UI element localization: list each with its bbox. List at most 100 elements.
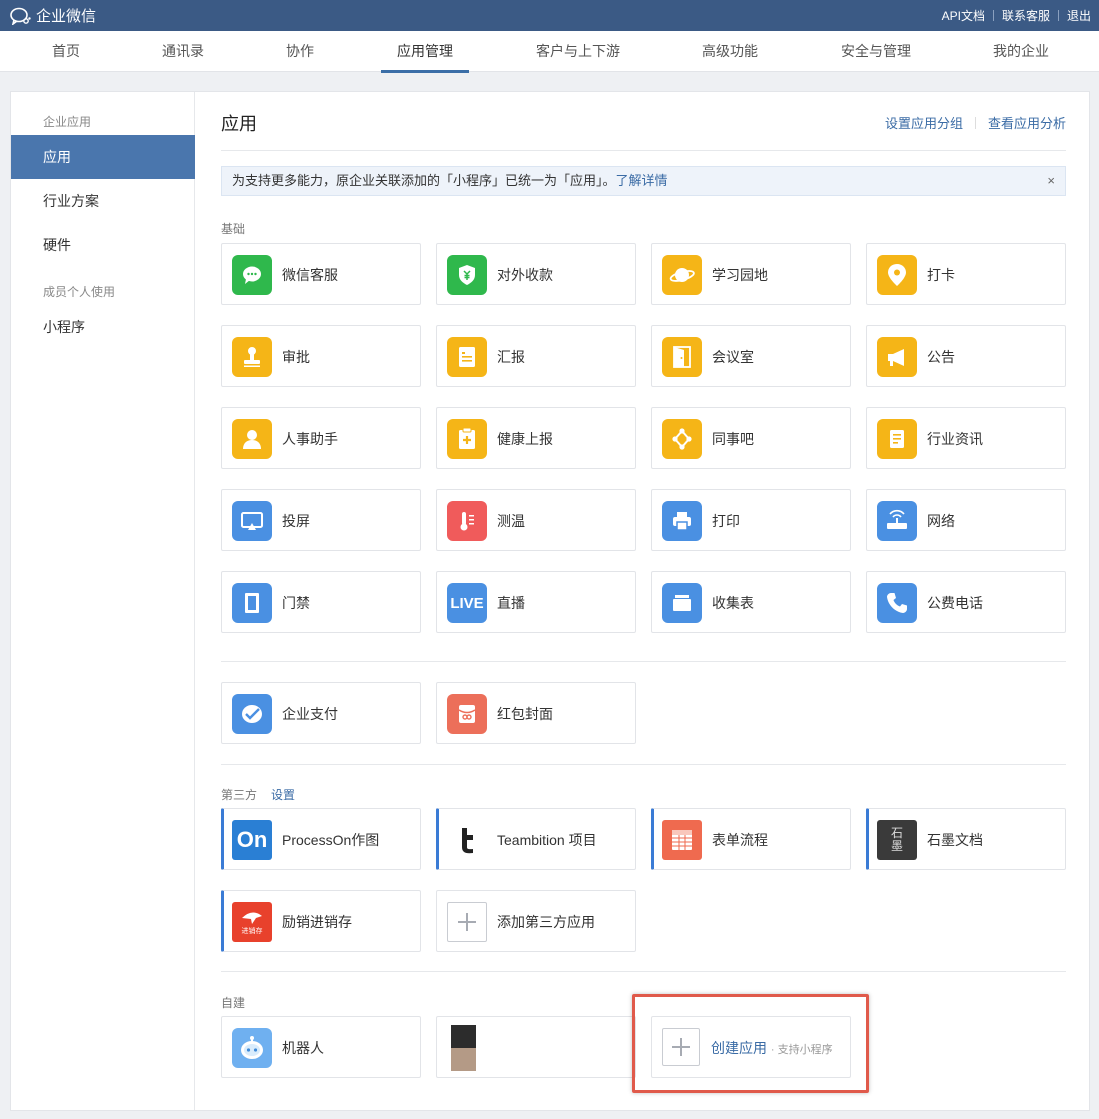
plus-icon — [447, 902, 487, 942]
app-card-wechat-service[interactable]: 微信客服 — [221, 243, 421, 305]
door-icon — [232, 583, 272, 623]
page-title: 应用 — [221, 114, 257, 134]
lixiao-swoosh-icon — [242, 912, 262, 924]
sidebar: 企业应用 应用 行业方案 硬件 成员个人使用 小程序 — [11, 92, 195, 1110]
app-card-check-in[interactable]: 打卡 — [866, 243, 1066, 305]
app-card-shimo-docs[interactable]: 石墨 石墨文档 — [866, 808, 1066, 870]
nav-security[interactable]: 安全与管理 — [841, 31, 911, 72]
app-label: 门禁 — [282, 595, 310, 611]
location-pin-icon — [877, 255, 917, 295]
sidebar-item-apps[interactable]: 应用 — [11, 135, 195, 179]
third-party-label: 第三方 — [221, 788, 258, 802]
robot-icon — [232, 1028, 272, 1068]
nav-collaboration[interactable]: 协作 — [286, 31, 314, 72]
create-app-sublabel: · 支持小程序 — [770, 1044, 833, 1056]
api-docs-link[interactable]: API文档 — [942, 7, 985, 24]
app-label: 表单流程 — [712, 832, 768, 848]
logo[interactable]: 企业微信 — [10, 5, 96, 26]
nav-my-enterprise[interactable]: 我的企业 — [993, 31, 1049, 72]
section-label-basic: 基础 — [221, 222, 246, 236]
app-card-report[interactable]: 汇报 — [436, 325, 636, 387]
header-links: 设置应用分组 查看应用分析 — [885, 113, 1066, 132]
nav-advanced[interactable]: 高级功能 — [702, 31, 758, 72]
add-third-party-app-button[interactable]: 添加第三方应用 — [436, 890, 636, 952]
app-card-red-packet-cover[interactable]: 红包封面 — [436, 682, 636, 744]
add-third-party-label: 添加第三方应用 — [497, 914, 595, 930]
view-app-analytics-link[interactable]: 查看应用分析 — [988, 113, 1066, 132]
app-card-meeting-room[interactable]: 会议室 — [651, 325, 851, 387]
router-icon — [877, 501, 917, 541]
red-packet-icon — [447, 694, 487, 734]
app-card-approval[interactable]: 审批 — [221, 325, 421, 387]
app-label: 审批 — [282, 349, 310, 365]
app-label: 行业资讯 — [927, 431, 983, 447]
app-label: 打印 — [712, 513, 740, 529]
inbox-icon — [662, 583, 702, 623]
stamp-icon — [232, 337, 272, 377]
app-label: 石墨文档 — [927, 832, 983, 848]
app-card-external-payment[interactable]: 对外收款 — [436, 243, 636, 305]
app-card-lixiao-inventory[interactable]: 进销存 励销进销存 — [221, 890, 421, 952]
news-icon — [877, 419, 917, 459]
app-card-collect-form[interactable]: 收集表 — [651, 571, 851, 633]
app-card-form-flow[interactable]: 表单流程 — [651, 808, 851, 870]
third-party-settings-link[interactable]: 设置 — [271, 788, 295, 802]
app-card-colleague-bar[interactable]: 同事吧 — [651, 407, 851, 469]
app-card-enterprise-pay[interactable]: 企业支付 — [221, 682, 421, 744]
divider — [1057, 10, 1059, 21]
app-card-print[interactable]: 打印 — [651, 489, 851, 551]
app-label: 公费电话 — [927, 595, 983, 611]
nav-contacts[interactable]: 通讯录 — [162, 31, 204, 72]
app-label: 投屏 — [282, 513, 310, 529]
close-icon[interactable]: × — [1047, 167, 1055, 195]
printer-icon — [662, 501, 702, 541]
app-label: 励销进销存 — [282, 914, 352, 930]
app-card-teambition[interactable]: Teambition 项目 — [436, 808, 636, 870]
app-card-health-report[interactable]: 健康上报 — [436, 407, 636, 469]
app-card-industry-news[interactable]: 行业资讯 — [866, 407, 1066, 469]
app-card-hr-assistant[interactable]: 人事助手 — [221, 407, 421, 469]
sidebar-group-enterprise: 企业应用 — [43, 115, 92, 129]
shimo-logo-icon: 石墨 — [877, 820, 917, 860]
sidebar-group-personal: 成员个人使用 — [43, 285, 116, 299]
nav-app-management[interactable]: 应用管理 — [381, 31, 469, 73]
planet-icon — [662, 255, 702, 295]
lixiao-logo-text: 进销存 — [241, 928, 263, 935]
notice-text: 为支持更多能力，原企业关联添加的「小程序」已统一为「应用」。 — [232, 173, 616, 188]
app-card-live[interactable]: LIVE 直播 — [436, 571, 636, 633]
divider — [221, 150, 1066, 151]
nav-customers[interactable]: 客户与上下游 — [536, 31, 620, 72]
app-label: 汇报 — [497, 349, 525, 365]
app-label: 测温 — [497, 513, 525, 529]
create-app-label: 创建应用 — [711, 1040, 767, 1056]
app-label: 对外收款 — [497, 267, 553, 283]
content-panel: 企业应用 应用 行业方案 硬件 成员个人使用 小程序 应用 设置应用分组 查看应… — [10, 91, 1090, 1111]
app-card-temperature[interactable]: 测温 — [436, 489, 636, 551]
nav-home[interactable]: 首页 — [52, 31, 80, 72]
app-card-robot[interactable]: 机器人 — [221, 1016, 421, 1078]
app-card-public-phone[interactable]: 公费电话 — [866, 571, 1066, 633]
app-card-announcement[interactable]: 公告 — [866, 325, 1066, 387]
section-label-third-party: 第三方 设置 — [221, 786, 295, 803]
app-label: 人事助手 — [282, 431, 338, 447]
sidebar-item-hardware[interactable]: 硬件 — [11, 223, 195, 267]
create-app-button[interactable]: 创建应用 · 支持小程序 — [651, 1016, 851, 1078]
app-label: 会议室 — [712, 349, 754, 365]
app-card-processon[interactable]: On ProcessOn作图 — [221, 808, 421, 870]
app-card-network[interactable]: 网络 — [866, 489, 1066, 551]
sidebar-item-industry[interactable]: 行业方案 — [11, 179, 195, 223]
plus-icon — [662, 1028, 700, 1066]
app-label: ProcessOn作图 — [282, 832, 380, 848]
app-card-learning-garden[interactable]: 学习园地 — [651, 243, 851, 305]
app-card-custom-unnamed[interactable] — [436, 1016, 636, 1078]
app-label: 企业支付 — [282, 706, 338, 722]
sidebar-item-miniprogram[interactable]: 小程序 — [11, 305, 195, 349]
set-app-groups-link[interactable]: 设置应用分组 — [885, 113, 963, 132]
teambition-logo-icon — [447, 820, 487, 860]
divider — [221, 971, 1066, 972]
app-card-screen-cast[interactable]: 投屏 — [221, 489, 421, 551]
contact-support-link[interactable]: 联系客服 — [1002, 7, 1050, 24]
logout-link[interactable]: 退出 — [1067, 7, 1091, 24]
learn-more-link[interactable]: 了解详情 — [616, 173, 668, 188]
app-card-access-control[interactable]: 门禁 — [221, 571, 421, 633]
